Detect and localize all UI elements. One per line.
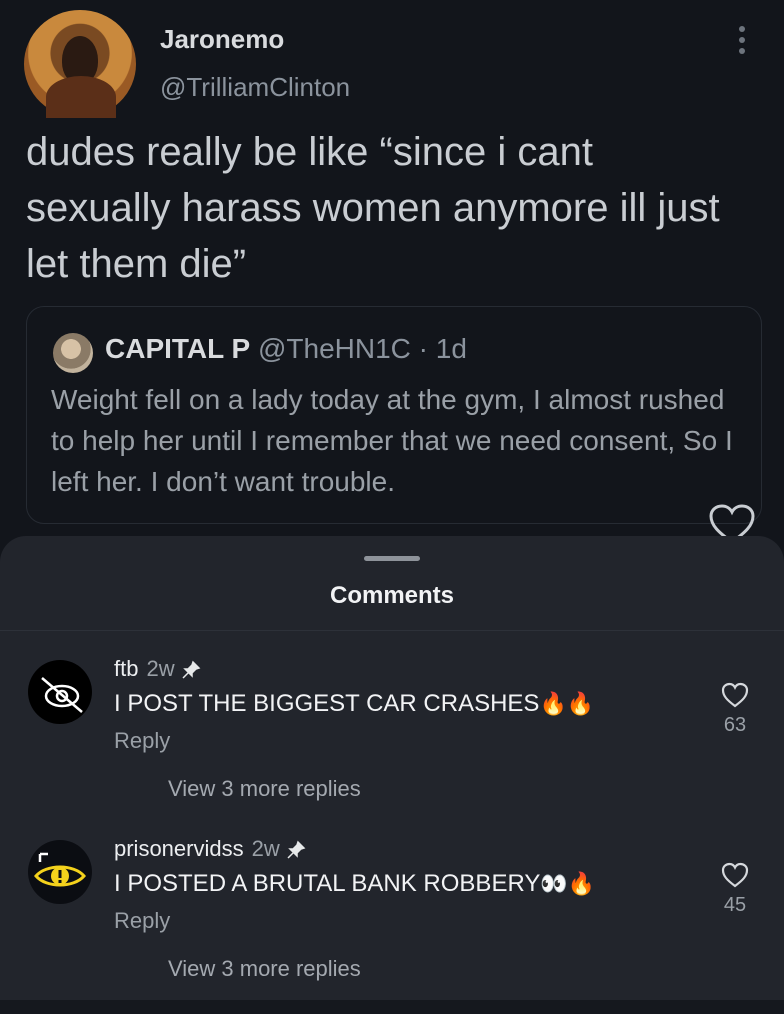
- reply-button[interactable]: Reply: [114, 908, 170, 934]
- comment-time: 2w: [146, 656, 175, 681]
- tweet-card: Jaronemo @TrilliamClinton dudes really b…: [0, 0, 784, 560]
- quoted-tweet-text: Weight fell on a lady today at the gym, …: [51, 384, 733, 497]
- more-vertical-icon[interactable]: [732, 26, 752, 60]
- pin-icon: [182, 660, 200, 679]
- heart-icon[interactable]: [721, 682, 749, 708]
- quoted-tweet[interactable]: CAPITAL P @TheHN1C · 1d Weight fell on a…: [26, 306, 762, 524]
- quoted-author-name: CAPITAL P: [105, 333, 251, 364]
- comment-item: prisonervidss 2w I POSTED A BRUTAL BANK R…: [0, 834, 784, 1014]
- sheet-title: Comments: [329, 582, 455, 609]
- fire-emoji: 🔥🔥: [539, 692, 595, 717]
- view-more-replies[interactable]: View 3 more replies: [168, 956, 361, 982]
- quoted-tweet-header: CAPITAL P @TheHN1C · 1d: [105, 333, 467, 365]
- like-count: 63: [723, 714, 747, 736]
- author-avatar[interactable]: [24, 10, 136, 118]
- quoted-author-avatar: [53, 333, 93, 373]
- author-name[interactable]: Jaronemo: [160, 24, 284, 55]
- avatar-body: [46, 76, 116, 118]
- eyes-fire-emoji: 👀🔥: [540, 872, 596, 897]
- comment-text: I POSTED A BRUTAL BANK ROBBERY: [114, 870, 541, 897]
- divider: [0, 630, 784, 631]
- comment-text-row: I POSTED A BRUTAL BANK ROBBERY👀🔥: [114, 870, 595, 898]
- author-handle[interactable]: @TrilliamClinton: [160, 72, 350, 103]
- comment-time: 2w: [251, 836, 280, 861]
- comment-text: I POST THE BIGGEST CAR CRASHES: [114, 690, 540, 717]
- drag-handle[interactable]: [364, 556, 420, 561]
- tweet-text: dudes really be like “since i cant sexua…: [26, 130, 720, 286]
- pin-icon: [287, 840, 306, 859]
- like-control[interactable]: 45: [716, 862, 754, 917]
- reply-button[interactable]: Reply: [114, 728, 170, 754]
- comments-sheet: Comments ftb 2w I POST THE BIGGEST CAR CR…: [0, 536, 784, 1000]
- commenter-avatar[interactable]: [28, 660, 92, 724]
- comment-username[interactable]: ftb: [114, 656, 138, 681]
- commenter-avatar[interactable]: [28, 840, 92, 904]
- comment-username-row: ftb 2w: [114, 656, 201, 682]
- eye-slash-icon: [41, 677, 83, 713]
- warning-eye-icon: [34, 852, 86, 887]
- comment-username[interactable]: prisonervidss: [114, 836, 244, 861]
- view-more-replies[interactable]: View 3 more replies: [168, 776, 361, 802]
- quoted-author-handle-time: @TheHN1C · 1d: [257, 333, 467, 364]
- heart-icon[interactable]: [721, 862, 749, 888]
- like-count: 45: [723, 894, 747, 916]
- like-control[interactable]: 63: [716, 682, 754, 737]
- comment-item: ftb 2w I POST THE BIGGEST CAR CRASHES🔥🔥 R…: [0, 654, 784, 834]
- comment-text-row: I POST THE BIGGEST CAR CRASHES🔥🔥: [114, 690, 594, 718]
- comment-username-row: prisonervidss 2w: [114, 836, 306, 862]
